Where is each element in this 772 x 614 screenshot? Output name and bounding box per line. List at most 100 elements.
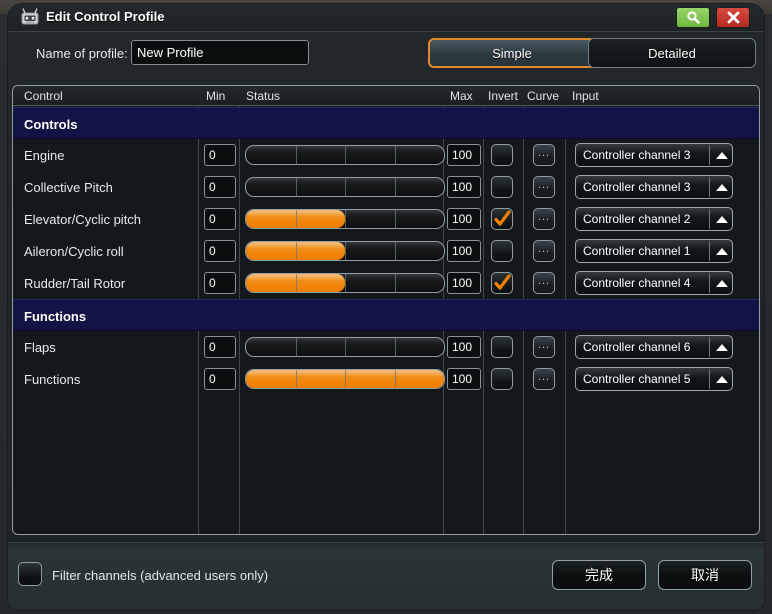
invert-checkbox[interactable] <box>491 336 513 358</box>
min-value-field[interactable]: 0 <box>204 272 236 294</box>
input-channel-value: Controller channel 3 <box>583 180 691 194</box>
max-value-field[interactable]: 100 <box>447 176 481 198</box>
search-icon-button[interactable] <box>676 7 710 28</box>
min-value-field[interactable]: 0 <box>204 208 236 230</box>
close-icon-button[interactable] <box>716 7 750 28</box>
status-bar <box>245 145 445 165</box>
min-value-field[interactable]: 0 <box>204 176 236 198</box>
curve-button[interactable]: ... <box>533 368 555 390</box>
status-bar-tick <box>394 210 396 228</box>
confirm-button[interactable]: 完成 <box>552 560 646 590</box>
min-value-field[interactable]: 0 <box>204 144 236 166</box>
curve-button[interactable]: ... <box>533 240 555 262</box>
invert-checkbox[interactable] <box>491 176 513 198</box>
min-value-field[interactable]: 0 <box>204 240 236 262</box>
dropdown-divider <box>709 177 710 197</box>
status-bar-tick <box>295 178 297 196</box>
max-value-field[interactable]: 100 <box>447 272 481 294</box>
table-header-row: Control Min Status Max Invert Curve Inpu… <box>13 86 759 106</box>
profile-name-row: Name of profile: Simple Detailed <box>8 32 764 78</box>
status-bar-tick <box>345 210 346 228</box>
input-channel-value: Controller channel 4 <box>583 276 691 290</box>
control-name: Collective Pitch <box>24 180 113 195</box>
curve-button[interactable]: ... <box>533 176 555 198</box>
header-curve: Curve <box>527 89 560 103</box>
status-bar <box>245 177 445 197</box>
min-value-field[interactable]: 0 <box>204 336 236 358</box>
filter-channels-label: Filter channels (advanced users only) <box>52 568 269 583</box>
dropdown-divider <box>709 209 710 229</box>
cancel-button-label: 取消 <box>691 567 719 583</box>
transmitter-icon <box>20 8 40 26</box>
status-bar-tick <box>394 242 396 260</box>
edit-control-profile-dialog: Edit Control Profile Name of profile: Si… <box>8 4 764 610</box>
filter-channels-checkbox[interactable] <box>18 562 42 586</box>
input-channel-value: Controller channel 1 <box>583 244 691 258</box>
chevron-up-icon <box>716 152 728 159</box>
table-group-row: Controls <box>13 107 759 139</box>
header-max: Max <box>450 89 473 103</box>
table-row: Elevator/Cyclic pitch 0 100... Controller c… <box>13 203 759 235</box>
header-input: Input <box>572 89 599 103</box>
curve-button[interactable]: ... <box>533 208 555 230</box>
control-name: Engine <box>24 148 65 163</box>
table-row: Engine 0 100... Controller channel 3 <box>13 139 759 171</box>
input-channel-dropdown[interactable]: Controller channel 2 <box>575 207 733 231</box>
status-bar-tick <box>345 178 346 196</box>
cancel-button[interactable]: 取消 <box>658 560 752 590</box>
dropdown-divider <box>709 369 710 389</box>
confirm-button-label: 完成 <box>585 567 613 583</box>
input-channel-dropdown[interactable]: Controller channel 4 <box>575 271 733 295</box>
status-bar-tick <box>394 274 396 292</box>
max-value-field[interactable]: 100 <box>447 208 481 230</box>
dropdown-divider <box>709 337 710 357</box>
invert-checkbox[interactable] <box>491 208 513 230</box>
status-bar-tick <box>295 242 297 260</box>
control-name: Flaps <box>24 340 56 355</box>
header-control: Control <box>24 89 63 103</box>
invert-checkbox[interactable] <box>491 368 513 390</box>
input-channel-dropdown[interactable]: Controller channel 3 <box>575 175 733 199</box>
table-row: Collective Pitch 0 100... Controller channe… <box>13 171 759 203</box>
status-bar <box>245 369 445 389</box>
chevron-up-icon <box>716 376 728 383</box>
profile-name-input[interactable] <box>131 40 309 65</box>
tab-detailed[interactable]: Detailed <box>588 38 756 68</box>
dialog-title: Edit Control Profile <box>46 9 165 24</box>
curve-button[interactable]: ... <box>533 144 555 166</box>
max-value-field[interactable]: 100 <box>447 240 481 262</box>
invert-checkbox[interactable] <box>491 240 513 262</box>
min-value-field[interactable]: 0 <box>204 368 236 390</box>
status-bar-tick <box>394 370 396 388</box>
curve-button[interactable]: ... <box>533 272 555 294</box>
table-row: Functions 0 100... Controller channel 5 <box>13 363 759 395</box>
invert-checkbox[interactable] <box>491 272 513 294</box>
tab-simple[interactable]: Simple <box>428 38 596 68</box>
input-channel-dropdown[interactable]: Controller channel 3 <box>575 143 733 167</box>
input-channel-dropdown[interactable]: Controller channel 5 <box>575 367 733 391</box>
input-channel-dropdown[interactable]: Controller channel 6 <box>575 335 733 359</box>
input-channel-value: Controller channel 2 <box>583 212 691 226</box>
chevron-up-icon <box>716 216 728 223</box>
dropdown-divider <box>709 241 710 261</box>
chevron-up-icon <box>716 184 728 191</box>
status-bar-tick <box>345 338 346 356</box>
profile-name-label: Name of profile: <box>36 46 128 61</box>
chevron-up-icon <box>716 280 728 287</box>
max-value-field[interactable]: 100 <box>447 368 481 390</box>
curve-button[interactable]: ... <box>533 336 555 358</box>
checkmark-icon <box>494 274 511 292</box>
status-bar-tick <box>295 146 297 164</box>
max-value-field[interactable]: 100 <box>447 336 481 358</box>
control-name: Aileron/Cyclic roll <box>24 244 124 259</box>
input-channel-value: Controller channel 5 <box>583 372 691 386</box>
status-bar-tick <box>345 146 346 164</box>
checkmark-icon <box>494 210 511 228</box>
status-bar-tick <box>295 274 297 292</box>
max-value-field[interactable]: 100 <box>447 144 481 166</box>
table-group-row: Functions <box>13 299 759 331</box>
invert-checkbox[interactable] <box>491 144 513 166</box>
input-channel-dropdown[interactable]: Controller channel 1 <box>575 239 733 263</box>
status-bar-tick <box>345 370 346 388</box>
status-bar-tick <box>345 274 346 292</box>
